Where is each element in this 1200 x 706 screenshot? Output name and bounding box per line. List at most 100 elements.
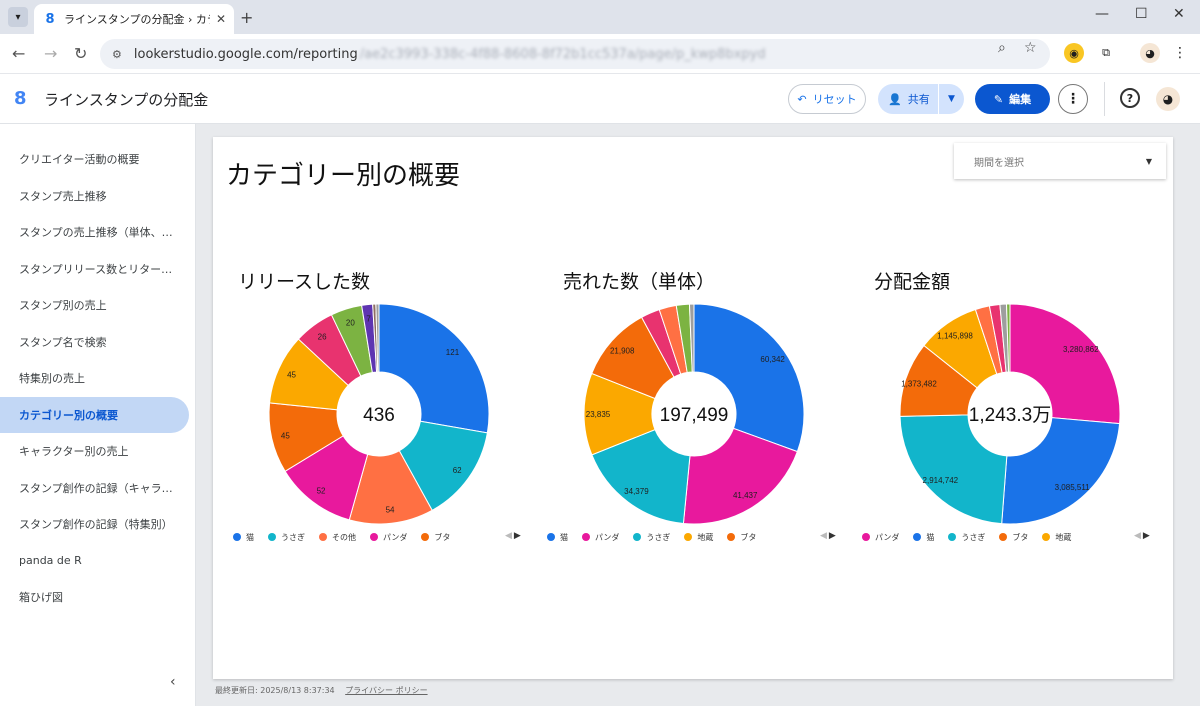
sidebar-nav-item[interactable]: スタンプ売上推移 <box>0 178 189 214</box>
legend-item[interactable]: 猫 <box>547 532 568 543</box>
profile-avatar-icon[interactable]: ◕ <box>1140 43 1160 63</box>
share-main[interactable]: 👤 共有 <box>878 84 938 114</box>
looker-studio-logo-icon[interactable]: 8 <box>14 88 32 110</box>
slice-value-label: 21,908 <box>610 346 635 355</box>
app-header: 8 ラインスタンプの分配金 ↶ リセット 👤 共有 ▼ ✎ 編集 ⋮ ? ◕ <box>0 74 1200 124</box>
undo-icon: ↶ <box>797 92 807 106</box>
sidebar-nav-item[interactable]: 箱ひげ図 <box>0 579 189 615</box>
sidebar-nav-item[interactable]: カテゴリー別の概要 <box>0 396 189 433</box>
donut-chart[interactable]: 121 62 54 52 45 45 26 20 7 436 <box>265 300 493 528</box>
donut-slice[interactable] <box>1001 417 1121 525</box>
edit-button[interactable]: ✎ 編集 <box>975 84 1050 114</box>
slice-value-label: 60,342 <box>760 355 785 364</box>
maximize-icon[interactable]: ☐ <box>1135 6 1148 22</box>
address-bar[interactable]: ⚙ lookerstudio.google.com/reporting /ae2… <box>100 39 1050 69</box>
legend-swatch <box>633 533 642 541</box>
donut-slice[interactable] <box>693 303 805 453</box>
legend-prev-icon[interactable]: ◀ <box>820 531 827 541</box>
legend-item[interactable]: 猫 <box>233 532 254 543</box>
slice-value-label: 7 <box>366 315 371 324</box>
privacy-policy-link[interactable]: プライバシー ポリシー <box>345 686 427 695</box>
reload-icon[interactable]: ↻ <box>74 44 87 63</box>
minimize-icon[interactable]: — <box>1095 6 1109 22</box>
donut-center-total: 197,499 <box>660 405 729 426</box>
new-tab-icon[interactable]: + <box>240 8 253 27</box>
legend-label: ブタ <box>740 532 757 542</box>
legend-item[interactable]: ブタ <box>999 532 1028 543</box>
slice-value-label: 45 <box>281 431 290 440</box>
sidebar-nav-item[interactable]: スタンプリリース数とリター… <box>0 251 189 287</box>
legend-label: うさぎ <box>646 532 671 542</box>
legend-item[interactable]: うさぎ <box>633 532 670 543</box>
legend-next-icon[interactable]: ▶ <box>514 531 521 541</box>
sidebar-nav-item[interactable]: スタンプ創作の記録（特集別） <box>0 506 189 542</box>
share-button[interactable]: 👤 共有 ▼ <box>878 84 964 114</box>
sidebar-nav-item[interactable]: クリエイター活動の概要 <box>0 141 189 177</box>
share-dropdown-icon[interactable]: ▼ <box>938 84 964 114</box>
looker-studio-favicon-icon: 8 <box>45 11 55 27</box>
more-options-icon[interactable]: ⋮ <box>1058 84 1088 114</box>
legend-label: うさぎ <box>281 532 305 542</box>
donut-slice[interactable] <box>378 303 490 434</box>
report-page: カテゴリー別の概要 期間を選択 ▼ リリースした数 121 62 54 52 45 45 26… <box>213 137 1173 679</box>
legend-item[interactable]: ブタ <box>727 532 756 543</box>
legend-item[interactable]: ブタ <box>421 532 450 543</box>
legend-item[interactable]: パンダ <box>862 532 899 543</box>
help-icon[interactable]: ? <box>1120 88 1140 108</box>
legend-item[interactable]: 猫 <box>913 532 934 543</box>
slice-value-label: 20 <box>346 318 355 327</box>
sidebar-nav-item[interactable]: 特集別の売上 <box>0 360 189 396</box>
legend-item[interactable]: パンダ <box>582 532 619 543</box>
tab-search-button[interactable]: ▾ <box>8 7 28 27</box>
legend-prev-icon[interactable]: ◀ <box>1134 531 1141 541</box>
legend-label: その他 <box>332 532 356 542</box>
legend-item[interactable]: パンダ <box>370 532 407 543</box>
slice-value-label: 41,437 <box>733 491 758 500</box>
legend-prev-icon[interactable]: ◀ <box>505 531 512 541</box>
donut-chart[interactable]: 3,280,862 3,085,511 2,914,742 1,373,482 1,14… <box>896 300 1124 528</box>
slice-value-label: 45 <box>287 370 296 379</box>
zoom-icon[interactable]: ⌕ <box>998 40 1006 56</box>
browser-tab[interactable]: 8 ラインスタンプの分配金 › カテゴリー別 ✕ <box>34 4 234 34</box>
sidebar-nav-item[interactable]: スタンプ名で検索 <box>0 324 189 360</box>
user-avatar[interactable]: ◕ <box>1156 87 1180 111</box>
sidebar-nav-item[interactable]: スタンプ別の売上 <box>0 287 189 323</box>
window-close-icon[interactable]: ✕ <box>1173 6 1185 22</box>
legend-next-icon[interactable]: ▶ <box>829 531 836 541</box>
legend-item[interactable]: うさぎ <box>948 532 985 543</box>
tab-close-icon[interactable]: ✕ <box>216 12 226 26</box>
site-info-icon[interactable]: ⚙ <box>112 48 122 61</box>
legend-label: 地蔵 <box>1055 532 1072 542</box>
forward-icon[interactable]: → <box>44 44 57 63</box>
back-icon[interactable]: ← <box>12 44 25 63</box>
url-hidden-text: /ae2c3993-338c-4f88-8608-8f72b1cc537a/pa… <box>359 46 766 62</box>
collapse-sidebar-icon[interactable]: ‹ <box>170 674 176 690</box>
sidebar-nav-item[interactable]: スタンプ創作の記録（キャラ… <box>0 470 189 506</box>
legend-next-icon[interactable]: ▶ <box>1143 531 1150 541</box>
legend-swatch <box>727 533 736 541</box>
legend-swatch <box>547 533 555 541</box>
legend-item[interactable]: 地蔵 <box>684 532 713 543</box>
bookmark-star-icon[interactable]: ☆ <box>1024 40 1037 56</box>
legend-item[interactable]: その他 <box>319 532 356 543</box>
legend-label: ブタ <box>434 532 451 542</box>
reset-label: リセット <box>812 93 857 106</box>
sidebar-nav-item[interactable]: キャラクター別の売上 <box>0 433 189 469</box>
date-range-selector[interactable]: 期間を選択 ▼ <box>954 143 1166 179</box>
extension-icon[interactable]: ◉ <box>1064 43 1084 63</box>
tab-title: ラインスタンプの分配金 › カテゴリー別 <box>64 13 210 26</box>
extensions-puzzle-icon[interactable]: ⧉ <box>1096 43 1116 63</box>
legend-item[interactable]: 地蔵 <box>1042 532 1071 543</box>
last-updated-text: 最終更新日: 2025/8/13 8:37:34 <box>215 686 335 695</box>
legend-label: 猫 <box>246 532 254 542</box>
browser-menu-icon[interactable]: ⋮ <box>1170 43 1190 63</box>
chart-title: 売れた数（単体） <box>563 271 716 293</box>
reset-button[interactable]: ↶ リセット <box>788 84 866 114</box>
sidebar-nav-item[interactable]: スタンプの売上推移（単体、… <box>0 214 189 250</box>
report-title[interactable]: ラインスタンプの分配金 <box>44 89 208 110</box>
donut-chart[interactable]: 60,342 41,437 34,379 23,835 21,908 197,499 <box>580 300 808 528</box>
legend-label: うさぎ <box>961 532 986 542</box>
donut-slice[interactable] <box>899 414 1008 525</box>
sidebar-nav-item[interactable]: panda de R <box>0 543 189 579</box>
legend-item[interactable]: うさぎ <box>268 532 305 543</box>
